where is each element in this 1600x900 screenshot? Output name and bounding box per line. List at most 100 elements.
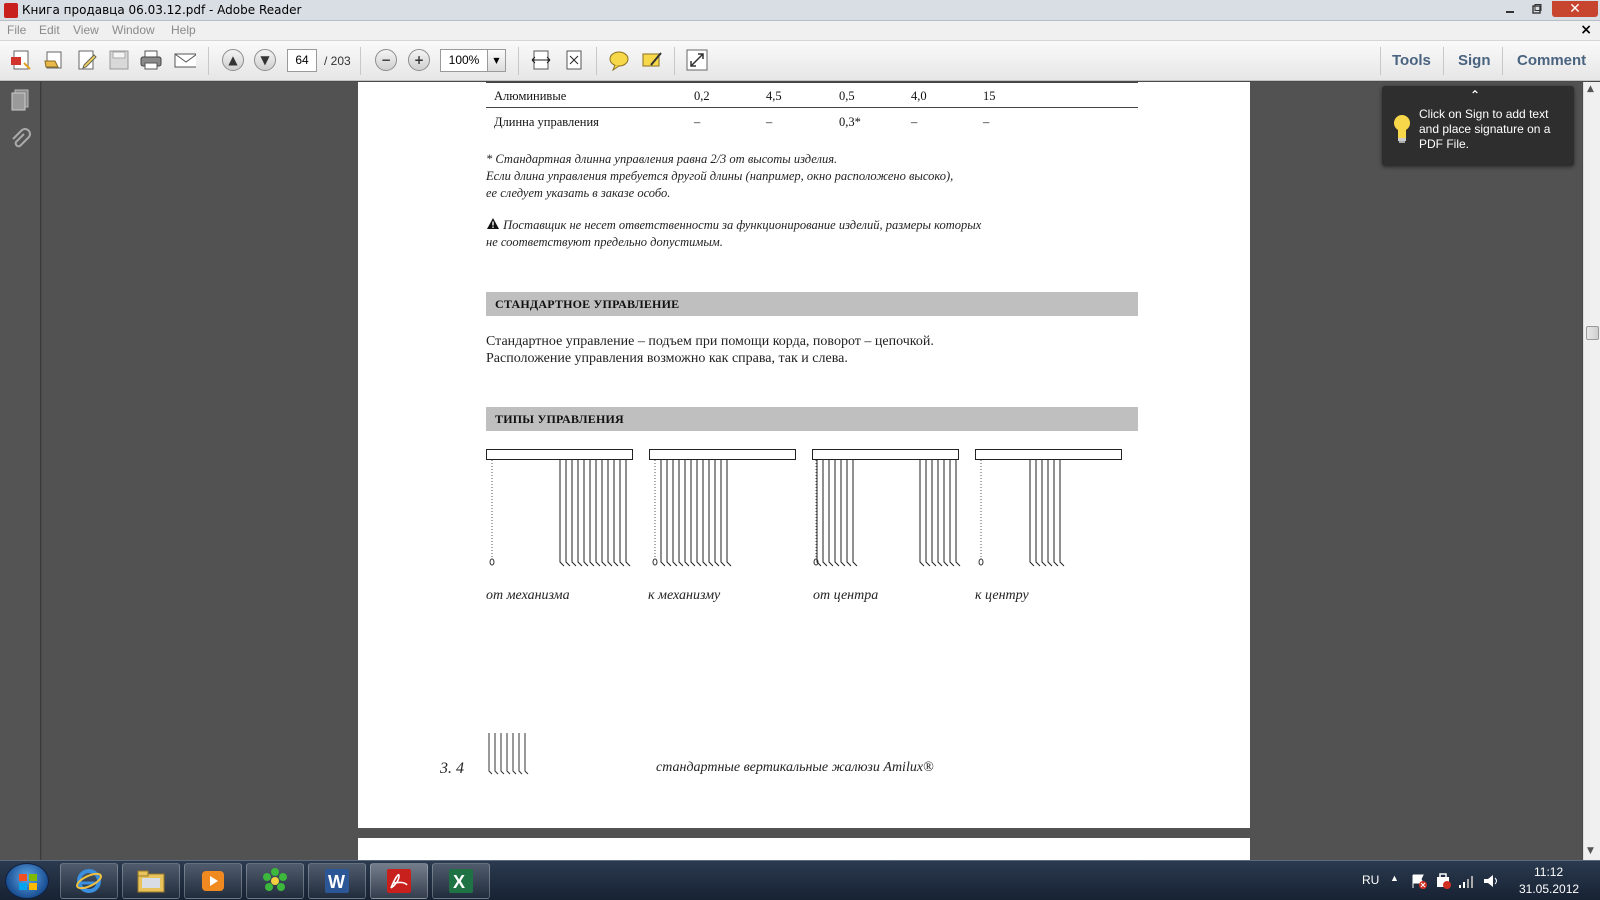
fit-page-button[interactable] (530, 49, 552, 71)
taskbar-internet-explorer[interactable] (60, 863, 118, 899)
comment-pane-button[interactable]: Comment (1517, 52, 1586, 69)
tools-pane-button[interactable]: Tools (1392, 52, 1431, 69)
save-button[interactable] (108, 49, 130, 71)
icq-flower-icon (263, 868, 287, 891)
cord-weight (978, 558, 984, 566)
title-bar: Книга продавца 06.03.12.pdf - Adobe Read… (0, 0, 1600, 21)
edit-button[interactable] (76, 49, 98, 71)
restore-icon (1532, 4, 1542, 14)
menu-view[interactable]: View (73, 23, 99, 37)
blind-slat (559, 460, 565, 567)
sticky-note-button[interactable] (608, 49, 630, 71)
edit-document-icon (78, 50, 97, 70)
security-icon[interactable] (1434, 872, 1452, 890)
blind-slat (601, 460, 607, 567)
save-disk-icon (109, 50, 129, 70)
blind-slat (619, 460, 625, 567)
create-pdf-button[interactable] (10, 49, 32, 71)
blind-headrail (975, 449, 1122, 460)
page-number-input[interactable]: 64 (287, 49, 317, 72)
close-document-button[interactable]: × (1580, 22, 1592, 38)
zoom-out-button[interactable]: − (375, 49, 397, 71)
blind-slat (684, 460, 690, 567)
next-pdf-page (358, 838, 1250, 860)
vertical-scrollbar[interactable]: ▲ ▼ (1583, 82, 1600, 860)
close-window-button[interactable]: ✕ (1552, 1, 1598, 17)
language-indicator[interactable]: RU (1362, 873, 1379, 887)
minimize-button[interactable] (1497, 1, 1523, 17)
diagram-caption: от механизма (486, 588, 570, 603)
scrollbar-thumb[interactable] (1586, 326, 1599, 340)
action-center-flag-icon[interactable] (1410, 873, 1428, 889)
scroll-down-icon[interactable]: ▼ (1587, 846, 1594, 856)
sign-tooltip: ⌃ Click on Sign to add text and place si… (1382, 86, 1574, 166)
blind-slat (613, 460, 619, 567)
zoom-level-input[interactable]: 100% (440, 49, 488, 72)
volume-icon[interactable] (1482, 873, 1500, 889)
document-viewport[interactable]: Алюминивые 0,2 4,5 0,5 4,0 15 Длинна упр… (42, 82, 1582, 860)
blind-slat (834, 460, 840, 567)
taskbar-adobe-reader[interactable] (370, 863, 428, 899)
blind-slat (672, 460, 678, 567)
blind-slat (1029, 460, 1035, 567)
clock-time[interactable]: 11:12 (1534, 865, 1563, 879)
control-types-diagram (486, 449, 1122, 567)
full-screen-button[interactable] (686, 49, 708, 71)
window-title: Книга продавца 06.03.12.pdf - Adobe Read… (22, 3, 302, 17)
previous-page-button[interactable]: ▲ (222, 49, 244, 71)
table-cell: 4,5 (766, 89, 782, 103)
scroll-up-icon[interactable]: ▲ (1587, 84, 1594, 94)
sign-pane-button[interactable]: Sign (1458, 52, 1491, 69)
cord-weight (489, 558, 495, 566)
taskbar-excel[interactable]: X (432, 863, 490, 899)
maximize-button[interactable] (1524, 1, 1550, 17)
taskbar-word[interactable]: W (308, 863, 366, 899)
body-line: Стандартное управление – подъем при помо… (486, 334, 934, 349)
arrow-down-icon: ▼ (254, 49, 276, 71)
footnote-line: ее следует указать в заказе особо. (486, 186, 671, 200)
blind-slat (1035, 460, 1041, 567)
taskbar-media-player[interactable] (184, 863, 242, 899)
collapse-tooltip-button[interactable]: ⌃ (1470, 88, 1480, 102)
next-page-button[interactable]: ▼ (254, 49, 276, 71)
footnote-line: Если длина управления требуется другой д… (486, 169, 954, 183)
show-hidden-icons-icon[interactable]: ▲ (1390, 873, 1399, 883)
taskbar-explorer[interactable] (122, 863, 180, 899)
email-button[interactable] (174, 49, 196, 71)
excel-icon: X (449, 869, 473, 893)
network-signal-icon[interactable] (1458, 873, 1476, 889)
clock-date[interactable]: 31.05.2012 (1519, 882, 1579, 896)
blind-slat (919, 460, 925, 567)
zoom-in-button[interactable]: + (408, 49, 430, 71)
diagram-caption: от центра (813, 588, 879, 603)
media-player-icon (202, 871, 224, 891)
menu-help[interactable]: Help (171, 23, 196, 37)
blind-slat (852, 460, 858, 567)
print-button[interactable] (140, 49, 162, 71)
blinds-logo (488, 733, 529, 775)
zoom-dropdown-button[interactable]: ▼ (488, 49, 506, 72)
section-body: Стандартное управление – подъем при помо… (486, 333, 934, 367)
table-cell: – (694, 115, 701, 129)
fit-page-height-button[interactable] (563, 49, 585, 71)
blind-slat (714, 460, 720, 567)
open-folder-icon (44, 51, 62, 69)
menu-file[interactable]: File (7, 23, 26, 37)
blind-slat (583, 460, 589, 567)
toolbar-separator (674, 47, 675, 75)
menu-window[interactable]: Window (112, 23, 155, 37)
table-cell: 0,5 (839, 89, 855, 103)
table-cell: – (911, 115, 918, 129)
warning-line: не соответствуют предельно допустимым. (486, 235, 723, 249)
menu-edit[interactable]: Edit (39, 23, 60, 37)
page-thumbnails-button[interactable] (9, 88, 31, 112)
attachments-button[interactable] (9, 128, 31, 152)
start-button[interactable] (5, 863, 49, 899)
pdf-page: Алюминивые 0,2 4,5 0,5 4,0 15 Длинна упр… (358, 82, 1250, 828)
open-button[interactable] (43, 49, 65, 71)
highlight-button[interactable] (641, 49, 663, 71)
envelope-icon (174, 53, 196, 68)
blind-slat (1053, 460, 1059, 567)
taskbar-icq[interactable] (246, 863, 304, 899)
fit-page-icon (566, 50, 582, 70)
